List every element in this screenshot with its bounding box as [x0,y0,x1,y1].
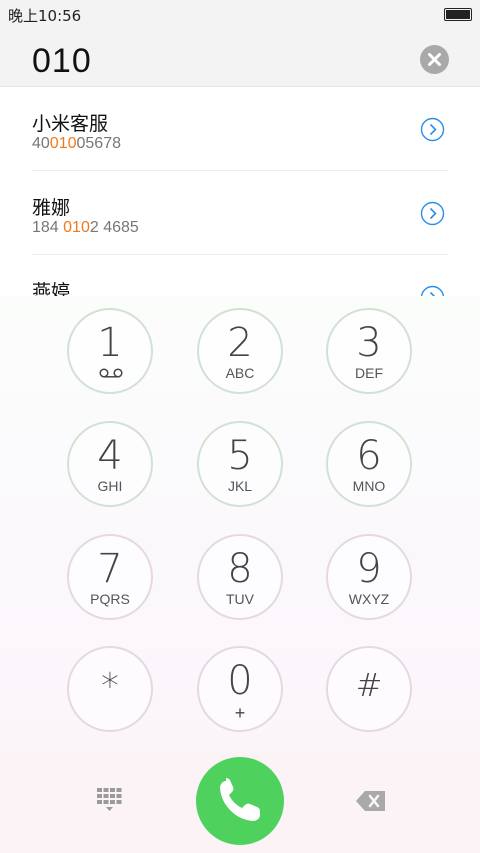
clear-icon[interactable] [420,45,449,74]
contact-number: 184 0102 4685 [32,219,139,236]
voicemail-icon [99,368,123,378]
contact-results: 小米客服 4001005678 雅娜 184 0102 4685 燕婷 [0,87,480,296]
contact-name: 燕婷 [32,281,71,296]
keypad-grid-icon[interactable] [97,788,122,813]
key-1[interactable]: 1 [67,308,153,394]
backspace-icon[interactable] [356,791,386,811]
key-5[interactable]: 5 JKL [197,421,283,507]
status-bar: 晚上10:56 [0,0,480,28]
number-match: 010 [49,135,77,152]
bottom-action-bar [0,751,480,853]
key-9[interactable]: 9 WXYZ [326,534,412,620]
key-8[interactable]: 8 TUV [197,534,283,620]
key-7[interactable]: 7 PQRS [67,534,153,620]
chevron-right-circle-icon[interactable] [420,285,445,296]
chevron-right-circle-icon[interactable] [420,117,445,142]
battery-icon [444,8,472,21]
keypad: 1 2 ABC 3 DEF 4 GHI 5 JKL 6 MNO 7 PQRS 8… [0,296,480,751]
status-time: 晚上10:56 [8,7,82,25]
contact-row[interactable]: 小米客服 4001005678 [0,87,480,171]
contact-number: 4001005678 [32,135,121,152]
dialed-number[interactable]: 010 [32,42,92,81]
key-0[interactable]: 0 + [197,646,283,732]
key-hash[interactable]: # [326,646,412,732]
call-button[interactable] [196,757,284,845]
dialed-number-bar: 010 [0,28,480,87]
number-match: 010 [63,219,90,236]
contact-row[interactable]: 燕婷 [0,255,480,296]
chevron-right-circle-icon[interactable] [420,201,445,226]
key-4[interactable]: 4 GHI [67,421,153,507]
key-2[interactable]: 2 ABC [197,308,283,394]
key-6[interactable]: 6 MNO [326,421,412,507]
key-star[interactable]: * [67,646,153,732]
contact-name: 小米客服 [32,113,109,135]
contact-row[interactable]: 雅娜 184 0102 4685 [0,171,480,255]
contact-name: 雅娜 [32,197,71,219]
key-3[interactable]: 3 DEF [326,308,412,394]
phone-icon [220,778,260,821]
